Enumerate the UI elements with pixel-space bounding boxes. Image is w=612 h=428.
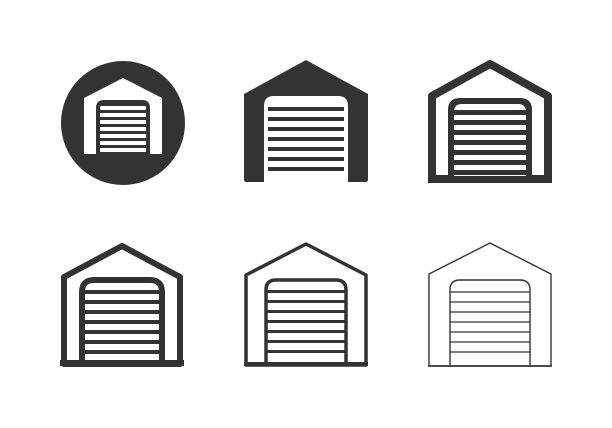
garage-outline-icon — [244, 242, 368, 367]
ground-line — [60, 360, 184, 366]
garage-medium-outline-icon — [60, 243, 184, 367]
icon-grid — [0, 0, 612, 428]
door-slats — [84, 290, 160, 354]
door-slats — [450, 291, 530, 353]
door-frame — [449, 279, 531, 366]
ground-line — [428, 176, 552, 183]
house-outline — [244, 242, 368, 367]
garage-solid-icon — [244, 60, 368, 182]
ground-line — [244, 362, 368, 366]
door-slats — [267, 290, 345, 353]
garage-bold-outline-icon — [428, 60, 552, 183]
garage-circle-icon — [61, 61, 185, 185]
house-outline — [428, 242, 552, 367]
garage-thin-outline-icon — [428, 242, 552, 367]
